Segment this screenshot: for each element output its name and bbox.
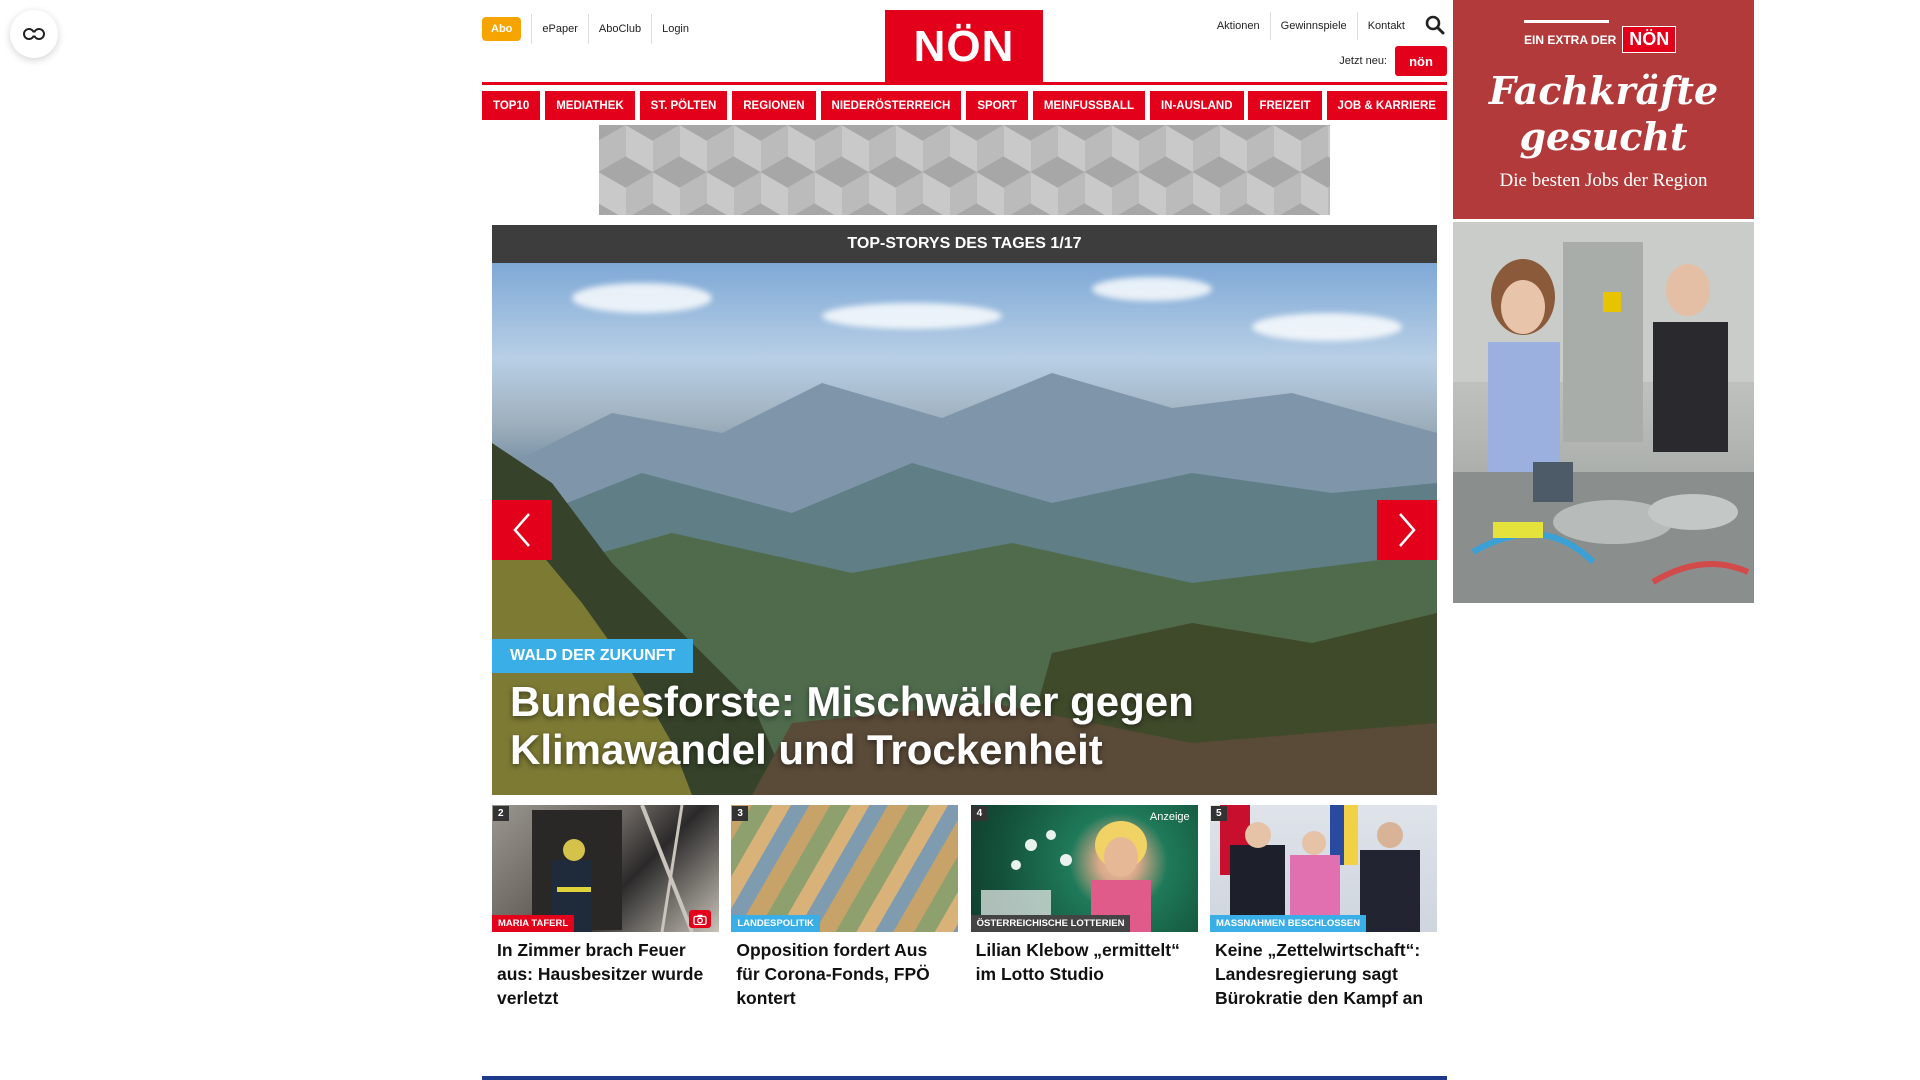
ad-brand-prefix: EIN EXTRA DER [1524, 32, 1617, 47]
nav-item-top10[interactable]: TOP10 [482, 91, 541, 120]
slider-next-button[interactable] [1377, 500, 1437, 560]
top-stories-slider: TOP-STORYS DES TAGES 1/17 WALD DER ZUKUN… [492, 225, 1437, 795]
reader-mode-button[interactable] [10, 10, 58, 58]
teaser-illustration [532, 805, 694, 932]
ad-header: EIN EXTRA DER NÖN Fachkräfte gesucht Die… [1453, 0, 1754, 219]
chevron-right-icon [1399, 513, 1416, 547]
teaser-image: 5 MASSNAHMEN BESCHLOSSEN [1209, 805, 1437, 932]
chevron-left-icon [513, 513, 530, 547]
ad-brand-line [1524, 20, 1609, 23]
nav-item-freizeit[interactable]: FREIZEIT [1248, 91, 1322, 120]
search-icon[interactable] [1425, 15, 1447, 37]
jetzt-neu: Jetzt neu: nön [1339, 46, 1447, 76]
teaser-image: 3 LANDESPOLITIK [731, 805, 959, 932]
top-links-left: Abo ePaper AboClub Login [482, 14, 699, 44]
header-divider [482, 82, 1447, 85]
teaser-rank: 5 [1210, 806, 1227, 821]
ad-subline: Die besten Jobs der Region [1499, 170, 1708, 191]
ad-headline-line-2: gesucht [1519, 114, 1688, 159]
nav-item-niederoesterreich[interactable]: NIEDERÖSTERREICH [820, 91, 962, 120]
cloud [572, 283, 712, 313]
site-header: Abo ePaper AboClub Login NÖN Aktionen Ge… [482, 0, 1447, 90]
slider-prev-button[interactable] [492, 500, 552, 560]
site-logo[interactable]: NÖN [885, 10, 1043, 83]
nav-item-job-karriere[interactable]: JOB & KARRIERE [1326, 91, 1447, 120]
teaser-rank: 4 [971, 806, 988, 821]
teaser-title[interactable]: Lilian Klebow „ermittelt“ im Lotto Studi… [971, 932, 1198, 986]
cloud [1092, 277, 1212, 301]
ad-banner-placeholder[interactable] [599, 125, 1330, 215]
nav-item-regionen[interactable]: REGIONEN [732, 91, 816, 120]
aktionen-link[interactable]: Aktionen [1207, 12, 1270, 40]
nav-item-in-ausland[interactable]: IN-AUSLAND [1149, 91, 1244, 120]
nav-item-meinfussball[interactable]: MEINFUSSBALL [1032, 91, 1145, 120]
ad-brand-logo: NÖN [1622, 26, 1677, 53]
slider-heading: TOP-STORYS DES TAGES 1/17 [492, 225, 1437, 263]
abo-button[interactable]: Abo [482, 17, 522, 41]
ad-photo [1453, 222, 1754, 603]
teaser-title[interactable]: In Zimmer brach Feuer aus: Hausbesitzer … [492, 932, 719, 1010]
kontakt-link[interactable]: Kontakt [1356, 12, 1415, 40]
teaser-tag: MASSNAHMEN BESCHLOSSEN [1209, 915, 1367, 932]
sidebar-ad[interactable]: EIN EXTRA DER NÖN Fachkräfte gesucht Die… [1453, 0, 1754, 603]
teaser-title[interactable]: Opposition fordert Aus für Corona-Fonds,… [731, 932, 958, 1010]
teaser-illustration [1219, 805, 1420, 932]
ad-headline: Fachkräfte gesucht [1453, 68, 1754, 160]
story-kicker[interactable]: WALD DER ZUKUNFT [492, 639, 694, 673]
footer-bar [482, 1076, 1447, 1080]
login-link[interactable]: Login [651, 14, 699, 44]
teaser-rank: 3 [732, 806, 748, 821]
teaser-cards: 2 MARIA TAFERL In Zimmer brach Feuer aus… [492, 805, 1437, 1010]
nav-item-st-poelten[interactable]: ST. PÖLTEN [639, 91, 728, 120]
main-nav: TOP10 MEDIATHEK ST. PÖLTEN REGIONEN NIED… [482, 91, 1447, 120]
teaser-illustration [980, 821, 1151, 932]
teaser-card[interactable]: 4 Anzeige ÖSTERREICHISCHE LOTTERIEN Lili… [970, 805, 1198, 1010]
aboclub-link[interactable]: AboClub [587, 14, 651, 44]
ad-illustration [1453, 222, 1754, 603]
teaser-tag: MARIA TAFERL [492, 915, 575, 932]
teaser-card[interactable]: 2 MARIA TAFERL In Zimmer brach Feuer aus… [492, 805, 719, 1010]
teaser-title[interactable]: Keine „Zettelwirtschaft“: Landesregierun… [1210, 932, 1437, 1010]
teaser-image: 4 Anzeige ÖSTERREICHISCHE LOTTERIEN [970, 805, 1198, 932]
teaser-image: 2 MARIA TAFERL [492, 805, 719, 932]
ad-brand: EIN EXTRA DER NÖN [1524, 26, 1677, 53]
jetzt-neu-label: Jetzt neu: [1339, 55, 1387, 67]
top-links-right: Aktionen Gewinnspiele Kontakt [1207, 12, 1447, 40]
slider-image[interactable]: WALD DER ZUKUNFT Bundesforste: Mischwäld… [492, 263, 1437, 795]
gewinnspiele-link[interactable]: Gewinnspiele [1269, 12, 1357, 40]
jetzt-neu-logo[interactable]: nön [1395, 46, 1447, 76]
teaser-card[interactable]: 3 LANDESPOLITIK Opposition fordert Aus f… [731, 805, 959, 1010]
reader-mode-icon [23, 28, 45, 40]
ad-headline-line-1: Fachkräfte [1488, 68, 1719, 113]
story-headline[interactable]: Bundesforste: Mischwälder gegen Klimawan… [510, 678, 1410, 774]
camera-icon [689, 910, 711, 928]
page: Abo ePaper AboClub Login NÖN Aktionen Ge… [0, 0, 1920, 1080]
teaser-tag: LANDESPOLITIK [731, 915, 820, 932]
teaser-card[interactable]: 5 MASSNAHMEN BESCHLOSSEN Keine „Zettelwi… [1209, 805, 1437, 1010]
nav-item-mediathek[interactable]: MEDIATHEK [545, 91, 635, 120]
nav-item-sport[interactable]: SPORT [966, 91, 1028, 120]
epaper-link[interactable]: ePaper [531, 14, 587, 44]
teaser-ad-label: Anzeige [1149, 811, 1190, 823]
teaser-tag: ÖSTERREICHISCHE LOTTERIEN [970, 915, 1131, 932]
teaser-rank: 2 [493, 806, 509, 821]
